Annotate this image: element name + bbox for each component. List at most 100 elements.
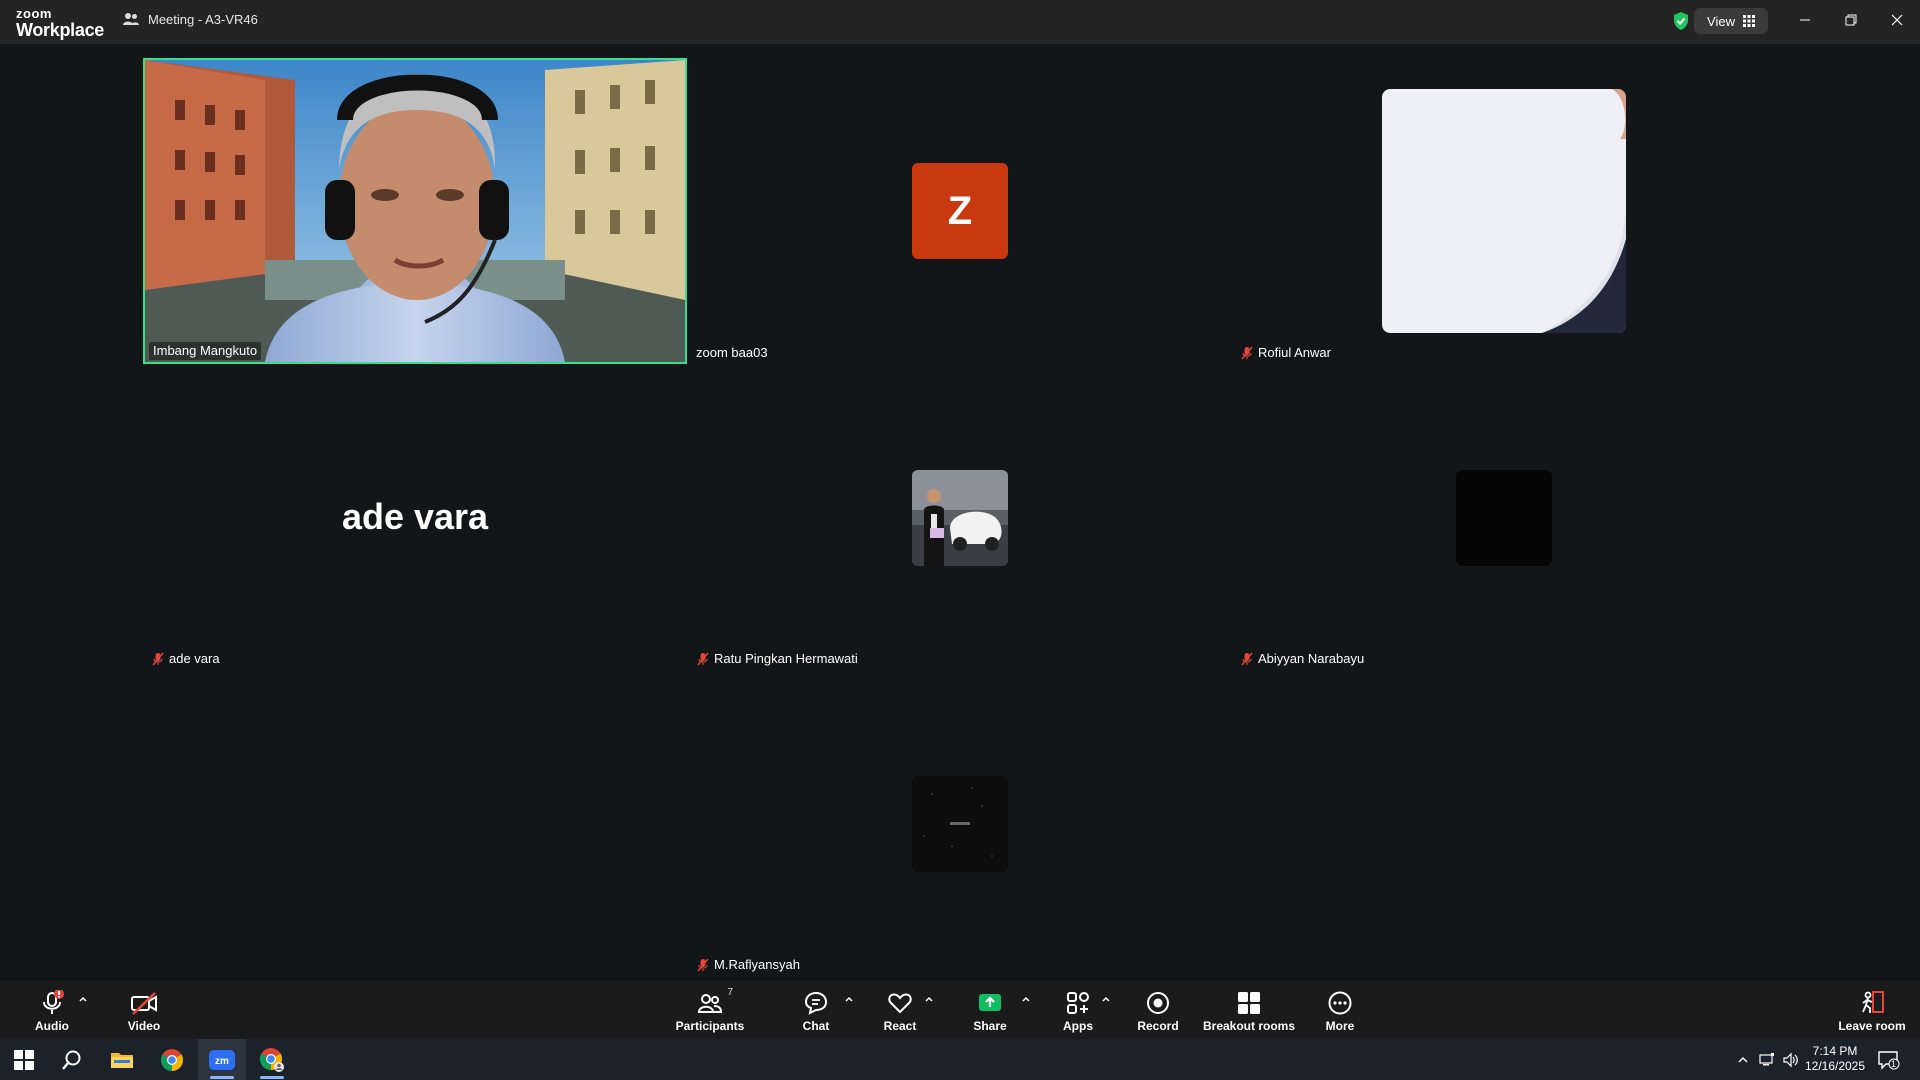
participants-icon	[697, 994, 723, 1013]
breakout-rooms-button[interactable]: Breakout rooms	[1202, 981, 1296, 1039]
breakout-rooms-icon	[1238, 992, 1260, 1014]
participant-tile[interactable]: Abiyyan Narabayu	[1232, 364, 1776, 670]
participants-count: 7	[727, 987, 733, 998]
notification-center-button[interactable]: 1	[1874, 1039, 1904, 1080]
network-icon	[1759, 1052, 1774, 1065]
participant-avatar	[1456, 470, 1552, 566]
share-button[interactable]: Share	[966, 981, 1014, 1039]
more-icon	[1328, 991, 1352, 1015]
participant-name-tag: zoom baa03	[692, 344, 772, 362]
participant-name: Abiyyan Narabayu	[1258, 651, 1365, 666]
breakout-rooms-label: Breakout rooms	[1202, 1019, 1296, 1033]
share-label: Share	[973, 1019, 1007, 1033]
folder-icon	[111, 1052, 133, 1068]
video-button[interactable]: Video	[120, 981, 168, 1039]
react-button[interactable]: React	[876, 981, 924, 1039]
windows-logo-icon	[14, 1049, 34, 1070]
restore-icon	[1845, 14, 1857, 26]
close-icon	[1891, 14, 1903, 26]
participant-name-tag: Abiyyan Narabayu	[1236, 650, 1368, 668]
taskbar-file-explorer[interactable]	[98, 1039, 146, 1080]
participant-tile[interactable]: Z zoom baa03	[688, 58, 1232, 364]
participant-tile[interactable]: Ratu Pingkan Hermawati	[688, 364, 1232, 670]
clock-time: 7:14 PM	[1812, 1044, 1858, 1058]
taskbar-zoom[interactable]: zm	[198, 1039, 246, 1080]
show-hidden-icons-button[interactable]	[1732, 1039, 1754, 1080]
meeting-title: Meeting - A3-VR46	[148, 11, 258, 27]
apps-options-chevron-icon[interactable]	[1101, 994, 1111, 1004]
record-button[interactable]: Record	[1134, 981, 1182, 1039]
react-options-chevron-icon[interactable]	[924, 994, 934, 1004]
participant-name: Imbang Mangkuto	[153, 343, 258, 358]
video-gallery: Imbang Mangkuto Z zoom baa03 Rofiul Anwa…	[0, 44, 1920, 981]
svg-text:zm: zm	[215, 1056, 229, 1067]
participant-name-tag: Rofiul Anwar	[1236, 344, 1335, 362]
participant-tile[interactable]: ade vara ade vara	[143, 364, 687, 670]
participant-video	[145, 60, 685, 362]
speaker-icon	[1783, 1052, 1798, 1067]
meeting-toolbar: Audio Video 7 Participants Chat React Sh…	[0, 981, 1920, 1039]
taskbar-chrome[interactable]	[148, 1039, 196, 1080]
participant-video	[1382, 89, 1626, 333]
avatar-letter: Z	[947, 188, 973, 233]
search-icon	[62, 1050, 81, 1070]
meeting-info[interactable]: Meeting - A3-VR46	[122, 10, 258, 28]
chat-label: Chat	[802, 1019, 830, 1033]
participant-name: ade vara	[169, 651, 220, 666]
participant-name: Ratu Pingkan Hermawati	[714, 651, 858, 666]
leave-room-label: Leave room	[1838, 1019, 1906, 1033]
view-button[interactable]: View	[1694, 8, 1768, 34]
participant-name-tag: M.Raflyansyah	[692, 956, 804, 974]
zoom-workplace-logo: zoom Workplace	[16, 7, 104, 39]
participant-name: zoom baa03	[696, 345, 768, 360]
participant-avatar	[912, 470, 1008, 566]
muted-mic-icon	[152, 652, 164, 666]
participant-tile[interactable]: M.Raflyansyah	[688, 670, 1232, 976]
chat-icon	[804, 991, 828, 1015]
chevron-up-icon	[1738, 1056, 1748, 1062]
network-status[interactable]	[1756, 1039, 1778, 1080]
participant-display-name: ade vara	[341, 496, 489, 537]
participant-avatar: Z	[912, 163, 1008, 259]
brand-bottom: Workplace	[16, 20, 105, 40]
title-bar: zoom Workplace Meeting - A3-VR46 View	[0, 0, 1920, 44]
volume-control[interactable]	[1780, 1039, 1802, 1080]
participants-label: Participants	[675, 1019, 745, 1033]
restore-button[interactable]	[1828, 0, 1874, 40]
taskbar-search-button[interactable]	[48, 1039, 96, 1080]
brand-top: zoom	[16, 6, 52, 21]
taskbar-clock[interactable]: 7:14 PM 12/16/2025	[1800, 1044, 1870, 1074]
minimize-icon	[1800, 19, 1810, 21]
apps-icon	[1067, 992, 1089, 1014]
audio-label: Audio	[35, 1019, 69, 1033]
muted-mic-icon	[1241, 652, 1253, 666]
react-label: React	[883, 1019, 917, 1033]
security-shield-icon[interactable]	[1672, 11, 1690, 31]
share-screen-icon	[979, 994, 1001, 1011]
apps-button[interactable]: Apps	[1054, 981, 1102, 1039]
chat-options-chevron-icon[interactable]	[844, 994, 854, 1004]
minimize-button[interactable]	[1782, 0, 1828, 40]
participant-tile[interactable]: Rofiul Anwar	[1232, 58, 1776, 364]
grid-icon	[1742, 15, 1755, 27]
participant-tile[interactable]: Imbang Mangkuto	[143, 58, 687, 364]
start-button[interactable]	[0, 1039, 48, 1080]
view-label: View	[1707, 13, 1735, 29]
people-icon	[123, 13, 139, 25]
leave-room-button[interactable]: Leave room	[1832, 981, 1912, 1039]
clock-date: 12/16/2025	[1804, 1059, 1866, 1073]
chat-button[interactable]: Chat	[792, 981, 840, 1039]
participant-name-tag: Ratu Pingkan Hermawati	[692, 650, 862, 668]
record-icon	[1147, 992, 1169, 1014]
participant-avatar	[912, 776, 1008, 872]
more-button[interactable]: More	[1316, 981, 1364, 1039]
apps-label: Apps	[1063, 1019, 1093, 1033]
audio-options-chevron-icon[interactable]	[78, 994, 88, 1004]
notification-icon	[1878, 1050, 1900, 1070]
taskbar-chrome-profile[interactable]	[248, 1039, 296, 1080]
share-options-chevron-icon[interactable]	[1021, 994, 1031, 1004]
participants-button[interactable]: 7 Participants	[670, 981, 750, 1039]
audio-button[interactable]: Audio	[28, 981, 76, 1039]
microphone-icon	[43, 990, 64, 1014]
close-button[interactable]	[1874, 0, 1920, 40]
